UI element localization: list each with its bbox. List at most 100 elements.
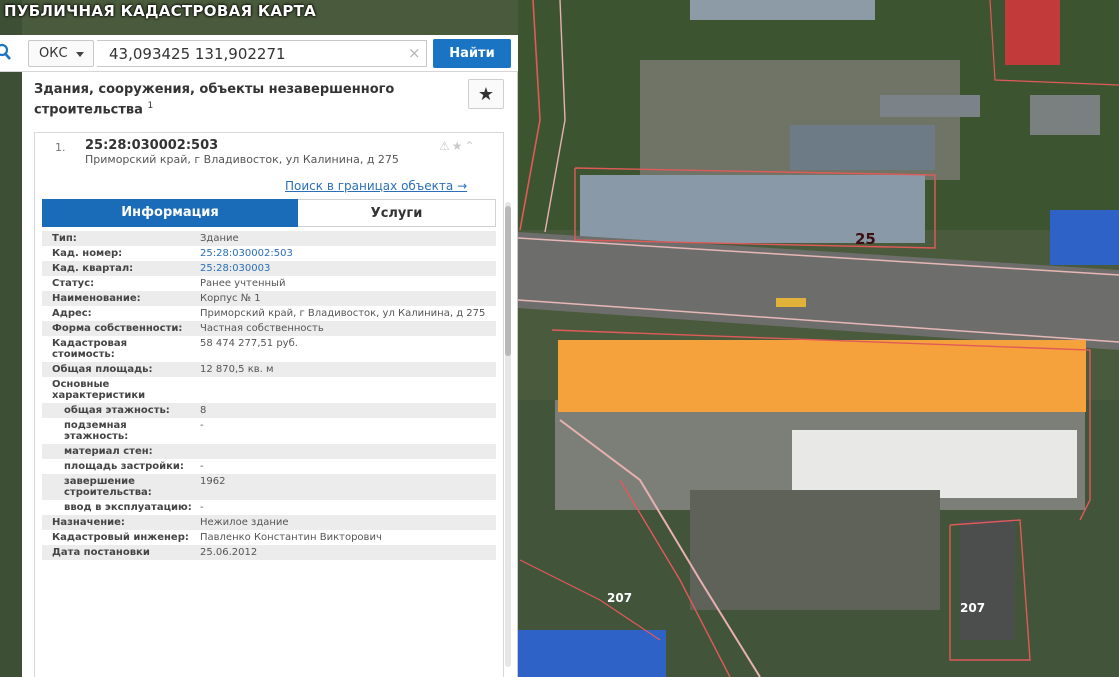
property-value: Павленко Константин Викторович xyxy=(200,532,382,543)
search-input[interactable] xyxy=(97,40,427,67)
property-value: Корпус № 1 xyxy=(200,293,261,304)
property-row: Кад. номер: 25:28:030002:503 xyxy=(42,246,496,261)
property-row: Статус: Ранее учтенный xyxy=(42,276,496,291)
property-label: общая этажность: xyxy=(64,405,170,416)
property-label: завершение строительства: xyxy=(64,476,152,498)
property-label: ввод в эксплуатацию: xyxy=(64,502,192,513)
property-value xyxy=(192,377,496,403)
map-building-top xyxy=(690,0,875,20)
property-label: Наименование: xyxy=(52,293,141,304)
map-building-dark-south xyxy=(960,520,1015,640)
tab-information[interactable]: Информация xyxy=(42,199,298,227)
map-vegetation-left xyxy=(0,0,22,677)
favorite-button[interactable]: ★ xyxy=(468,79,504,109)
property-row: общая этажность: 8 xyxy=(42,403,496,418)
property-row: Дата постановки 25.06.2012 xyxy=(42,545,496,560)
property-row: Кадастровый инженер: Павленко Константин … xyxy=(42,530,496,545)
map-building-white-south xyxy=(792,430,1077,498)
search-in-bounds-link[interactable]: Поиск в границах объекта → xyxy=(285,179,467,193)
result-index: 1. xyxy=(55,141,66,154)
object-info-panel: Здания, сооружения, объекты незавершенно… xyxy=(22,72,518,677)
property-label: Кадастровая стоимость: xyxy=(52,338,127,360)
property-value: Ранее учтенный xyxy=(200,278,286,289)
property-value: - xyxy=(200,420,204,431)
property-row: Наименование: Корпус № 1 xyxy=(42,291,496,306)
object-type-select[interactable]: ОКС xyxy=(28,40,94,67)
properties-table: Тип: Здание Кад. номер: 25:28:030002:503 Кад… xyxy=(42,231,496,560)
property-row: площадь застройки: - xyxy=(42,459,496,474)
property-row: Тип: Здание xyxy=(42,231,496,246)
map-building-highlighted[interactable] xyxy=(558,340,1086,412)
property-value: 1962 xyxy=(200,476,226,487)
chevron-down-icon xyxy=(76,52,84,57)
property-value[interactable]: 25:28:030002:503 xyxy=(192,246,496,261)
property-label: Тип: xyxy=(52,233,77,244)
search-bar: ОКС × Найти xyxy=(0,35,518,72)
property-value: Приморский край, г Владивосток, ул Калин… xyxy=(200,308,486,319)
star-icon: ★ xyxy=(477,84,495,104)
property-value: 58 474 277,51 руб. xyxy=(200,338,298,349)
property-label: Статус: xyxy=(52,278,95,289)
result-card: 1. 25:28:030002:503 Приморский край, г В… xyxy=(34,132,504,677)
app-title: ПУБЛИЧНАЯ КАДАСТРОВАЯ КАРТА xyxy=(4,2,317,20)
map-building-blue-south xyxy=(518,630,666,677)
property-label: Кадастровый инженер: xyxy=(52,532,189,543)
property-row: Основные характеристики xyxy=(42,377,496,403)
property-label: Кад. квартал: xyxy=(52,263,134,274)
property-label: материал стен: xyxy=(64,446,153,457)
property-label: подземная этажность: xyxy=(64,420,129,442)
map-building-red-roof xyxy=(1005,0,1060,65)
category-title: Здания, сооружения, объекты незавершенно… xyxy=(34,82,454,118)
property-row: Назначение: Нежилое здание xyxy=(42,515,496,530)
property-value[interactable]: 25:28:030003 xyxy=(192,261,496,276)
map-building-small-north xyxy=(880,95,980,117)
property-row: Кадастровая стоимость: 58 474 277,51 руб. xyxy=(42,336,496,362)
property-label: Форма собственности: xyxy=(52,323,183,334)
property-value: Нежилое здание xyxy=(200,517,289,528)
property-row: ввод в эксплуатацию: - xyxy=(42,500,496,515)
tab-services[interactable]: Услуги xyxy=(298,199,496,227)
object-type-value: ОКС xyxy=(39,46,68,61)
property-value: 8 xyxy=(200,405,207,416)
property-label: Дата постановки xyxy=(52,547,150,558)
property-row: Форма собственности: Частная собственност… xyxy=(42,321,496,336)
map-bus xyxy=(776,298,806,307)
panel-scroll-thumb[interactable] xyxy=(505,206,511,356)
result-cadastral-number[interactable]: 25:28:030002:503 xyxy=(85,138,218,153)
map-label-parcel: 207 xyxy=(960,601,985,615)
panel-scrollbar[interactable] xyxy=(505,202,511,667)
map-building-mid-north xyxy=(790,125,935,170)
property-value: Частная собственность xyxy=(200,323,324,334)
search-button[interactable]: Найти xyxy=(433,39,511,68)
property-value: 12 870,5 кв. м xyxy=(200,364,274,375)
property-row: подземная этажность: - xyxy=(42,418,496,444)
property-value: - xyxy=(200,461,204,472)
map-label-parcel: 207 xyxy=(607,591,632,605)
property-value: 25.06.2012 xyxy=(200,547,258,558)
clear-icon[interactable]: × xyxy=(408,45,421,61)
search-icon[interactable] xyxy=(0,43,12,61)
map-yard-south xyxy=(690,490,940,610)
property-row: Общая площадь: 12 870,5 кв. м xyxy=(42,362,496,377)
property-label: Назначение: xyxy=(52,517,125,528)
map-label-quarter: 25 xyxy=(855,230,876,248)
property-label: Кад. номер: xyxy=(52,248,123,259)
category-footnote: 1 xyxy=(147,101,154,111)
map-building-blue-roof xyxy=(1050,210,1119,265)
result-tools-icons[interactable]: ⚠★⌃ xyxy=(439,139,477,153)
property-row: завершение строительства: 1962 xyxy=(42,474,496,500)
property-row: материал стен: xyxy=(42,444,496,459)
property-row: Адрес: Приморский край, г Владивосток, ул… xyxy=(42,306,496,321)
property-value xyxy=(192,444,496,459)
property-label: Основные характеристики xyxy=(52,379,146,401)
property-value: - xyxy=(200,502,204,513)
property-label: площадь застройки: xyxy=(64,461,184,472)
property-label: Адрес: xyxy=(52,308,92,319)
property-value: Здание xyxy=(200,233,239,244)
info-tabs: Информация Услуги xyxy=(42,199,496,227)
property-row: Кад. квартал: 25:28:030003 xyxy=(42,261,496,276)
category-title-text: Здания, сооружения, объекты незавершенно… xyxy=(34,82,395,118)
result-address: Приморский край, г Владивосток, ул Калин… xyxy=(85,153,399,166)
map-building-right-north xyxy=(1030,95,1100,135)
property-label: Общая площадь: xyxy=(52,364,153,375)
